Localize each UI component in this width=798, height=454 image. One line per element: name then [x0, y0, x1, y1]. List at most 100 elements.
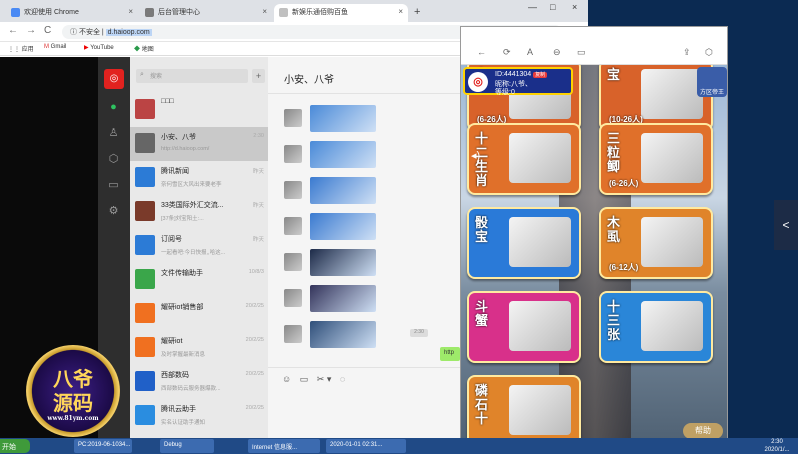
chat-name: 西部数码: [161, 372, 189, 379]
sender-avatar[interactable]: [284, 217, 302, 235]
start-button[interactable]: 开始: [0, 439, 30, 453]
chat-item[interactable]: 西部数码 西部数码云服务器爆款... 20/2/25: [130, 365, 268, 399]
chat-item[interactable]: 文件传输助手 10/8/3: [130, 263, 268, 297]
reload-button[interactable]: C: [44, 25, 51, 36]
chat-item[interactable]: 小安、八爷 http://d.haioop.com/ 2:30: [130, 127, 268, 161]
link-icon[interactable]: ⊖: [553, 47, 561, 58]
apps-icon[interactable]: ⋮⋮ 应用: [8, 44, 34, 53]
chat-item[interactable]: 耀研iot销售部 20/2/25: [130, 297, 268, 331]
close-icon[interactable]: ×: [128, 7, 133, 16]
forward-button[interactable]: →: [26, 25, 36, 36]
right-menu-button[interactable]: 方区帝王: [697, 67, 727, 97]
chat-preview: 西部数码云服务器爆款...: [161, 386, 221, 392]
chat-name: 腾讯云助手: [161, 406, 196, 413]
back-icon[interactable]: ←: [477, 47, 486, 57]
image-message[interactable]: [310, 105, 376, 132]
sound-icon[interactable]: ◂): [471, 149, 480, 162]
sender-avatar[interactable]: [284, 253, 302, 271]
back-button[interactable]: ←: [8, 25, 18, 36]
image-message[interactable]: [310, 321, 376, 348]
bookmark-youtube[interactable]: ▶ YouTube: [84, 44, 114, 51]
window-icon[interactable]: ▭: [577, 47, 586, 58]
bookmark-maps[interactable]: ◆ 地图: [134, 44, 154, 53]
close-icon[interactable]: ×: [262, 7, 267, 16]
chat-item[interactable]: 订阅号 一起看吧:今日快报,,哈这... 昨天: [130, 229, 268, 263]
image-message[interactable]: [310, 213, 376, 240]
taskbar-item[interactable]: PC:2019-06-1034...: [74, 439, 132, 453]
taskbar-item[interactable]: Internet 信息服...: [248, 439, 320, 453]
maximize-button[interactable]: □: [550, 2, 555, 12]
outgoing-message[interactable]: http: [440, 347, 460, 361]
chat-item[interactable]: 腾讯云助手 实名认证助手通知 20/2/25: [130, 399, 268, 433]
game-card[interactable]: 三粒鲫 (6-26人): [599, 123, 713, 195]
emoji-icon[interactable]: ☺: [282, 374, 291, 384]
cube-icon[interactable]: ⬡: [107, 153, 120, 166]
bookmark-gmail[interactable]: M Gmail: [44, 44, 66, 50]
minimize-button[interactable]: —: [528, 2, 537, 12]
taskbar-item[interactable]: Debug: [160, 439, 214, 453]
new-tab-button[interactable]: +: [414, 6, 420, 18]
game-card[interactable]: 宝 (10-26人): [599, 65, 713, 131]
close-window-button[interactable]: ×: [572, 2, 577, 12]
chevron-down-icon[interactable]: ▾: [327, 374, 332, 384]
chat-item[interactable]: 耀研iot 及时掌握最新消息 20/2/25: [130, 331, 268, 365]
chat-name: 耀研iot: [161, 338, 183, 345]
game-card[interactable]: 木虱 (6-12人): [599, 207, 713, 279]
chat-time: 昨天: [252, 169, 264, 175]
sender-avatar[interactable]: [284, 145, 302, 163]
taskbar-item[interactable]: 2020-01-01 02:31...: [326, 439, 406, 453]
sender-avatar[interactable]: [284, 109, 302, 127]
side-panel-toggle[interactable]: <: [774, 200, 798, 250]
game-card[interactable]: 斗蟹: [467, 291, 581, 363]
chat-time: 20/2/25: [245, 405, 264, 411]
close-icon[interactable]: ×: [398, 7, 403, 16]
contacts-icon[interactable]: ♙: [107, 127, 120, 140]
game-art: [641, 133, 703, 183]
chat-icon[interactable]: ●: [107, 101, 120, 114]
chrome-icon: [11, 8, 20, 17]
chat-item[interactable]: 33类国际外汇交流... [37条]刘宝阳土:... 昨天: [130, 195, 268, 229]
image-message[interactable]: [310, 141, 376, 168]
info-icon[interactable]: ⓘ: [70, 29, 79, 36]
tab-label: 后台管理中心: [158, 9, 200, 16]
chat-item[interactable]: □□□: [130, 93, 268, 127]
url-text[interactable]: d.haioop.com: [105, 29, 152, 36]
profile-header[interactable]: ◎ ID:4441304 复制 昵称:八爷、 等级:0: [463, 67, 573, 96]
sender-avatar[interactable]: [284, 325, 302, 343]
image-message[interactable]: [310, 285, 376, 312]
help-button[interactable]: 帮助: [683, 423, 723, 439]
share-icon[interactable]: ⇪: [683, 47, 691, 58]
tab-strip: 欢迎使用 Chrome × 后台管理中心 × 新娱乐通佰购百鱼 × + — □ …: [0, 0, 588, 22]
chat-item[interactable]: 腾讯新闻 奈何雪区大风出来要老李 昨天: [130, 161, 268, 195]
image-message[interactable]: [310, 249, 376, 276]
avatar: [135, 133, 155, 153]
add-button[interactable]: +: [252, 69, 265, 83]
sender-avatar[interactable]: [284, 181, 302, 199]
tab-welcome[interactable]: 欢迎使用 Chrome ×: [6, 4, 138, 22]
folder-icon[interactable]: ▭: [107, 179, 120, 192]
game-art: [641, 301, 703, 351]
game-card[interactable]: 磷石十: [467, 375, 581, 443]
refresh-icon[interactable]: ⟳: [503, 47, 511, 58]
folder-icon[interactable]: ▭: [300, 374, 309, 384]
cube-icon[interactable]: ⬡: [705, 47, 713, 58]
font-icon[interactable]: A: [527, 47, 533, 57]
image-message[interactable]: [310, 177, 376, 204]
scissors-icon[interactable]: ✂: [317, 374, 325, 384]
tab-game[interactable]: 新娱乐通佰购百鱼 ×: [274, 4, 408, 22]
search-input[interactable]: 搜索: [136, 69, 248, 83]
sender-avatar[interactable]: [284, 289, 302, 307]
level: 等级:0: [495, 89, 515, 96]
chat-name: 订阅号: [161, 236, 182, 243]
game-title: 宝: [607, 68, 621, 83]
avatar[interactable]: ◎: [104, 69, 124, 89]
tab-admin[interactable]: 后台管理中心 ×: [140, 4, 272, 22]
game-card[interactable]: 十二生肖: [467, 123, 581, 195]
settings-icon[interactable]: ⚙: [107, 205, 120, 218]
game-card[interactable]: 骰宝: [467, 207, 581, 279]
chat-bubble-icon[interactable]: ◌: [340, 374, 345, 384]
security-label: 不安全: [78, 29, 100, 36]
clock[interactable]: 2:30 2020/1/...: [756, 438, 798, 454]
copy-badge[interactable]: 复制: [533, 72, 548, 78]
game-card[interactable]: 十三张: [599, 291, 713, 363]
